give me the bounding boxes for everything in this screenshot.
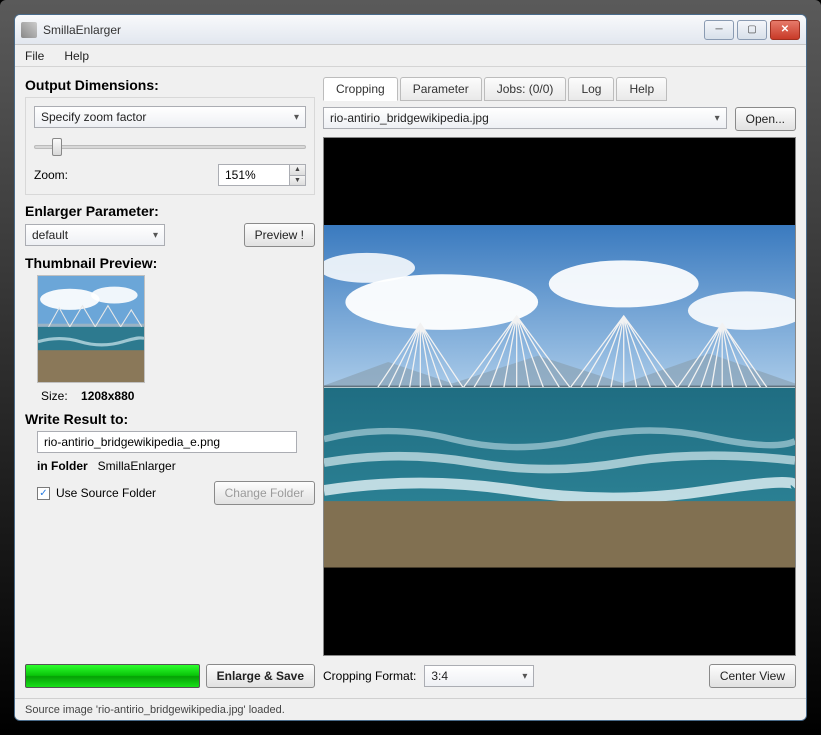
write-result-heading: Write Result to:	[25, 411, 315, 427]
tab-help[interactable]: Help	[616, 77, 667, 101]
zoom-slider[interactable]	[34, 138, 306, 156]
center-view-button[interactable]: Center View	[709, 664, 796, 688]
enlarge-save-button[interactable]: Enlarge & Save	[206, 664, 315, 688]
app-window: SmillaEnlarger ─ ▢ ✕ File Help Output Di…	[14, 14, 807, 721]
cropping-format-combo[interactable]: 3:4	[424, 665, 534, 687]
zoom-input[interactable]: 151% ▲ ▼	[218, 164, 306, 186]
size-label: Size:	[41, 389, 68, 403]
statusbar: Source image 'rio-antirio_bridgewikipedi…	[15, 698, 806, 720]
minimize-button[interactable]: ─	[704, 20, 734, 40]
tab-log[interactable]: Log	[568, 77, 614, 101]
dimension-mode-combo[interactable]: Specify zoom factor	[34, 106, 306, 128]
cropping-format-label: Cropping Format:	[323, 669, 416, 683]
output-filename-input[interactable]: rio-antirio_bridgewikipedia_e.png	[37, 431, 297, 453]
left-panel: Output Dimensions: Specify zoom factor Z…	[25, 77, 315, 688]
titlebar: SmillaEnlarger ─ ▢ ✕	[15, 15, 806, 45]
image-preview[interactable]	[323, 137, 796, 656]
slider-thumb[interactable]	[52, 138, 62, 156]
zoom-label: Zoom:	[34, 168, 68, 182]
tab-cropping[interactable]: Cropping	[323, 77, 398, 101]
maximize-button[interactable]: ▢	[737, 20, 767, 40]
thumbnail-image	[38, 276, 144, 382]
param-preset-combo[interactable]: default	[25, 224, 165, 246]
output-dimensions-group: Specify zoom factor Zoom: 151% ▲ ▼	[25, 97, 315, 195]
in-folder-label: in Folder	[37, 459, 88, 473]
source-file-combo[interactable]: rio-antirio_bridgewikipedia.jpg	[323, 107, 727, 129]
menu-file[interactable]: File	[21, 47, 48, 65]
output-dimensions-heading: Output Dimensions:	[25, 77, 315, 93]
use-source-folder-checkbox[interactable]: ✓	[37, 487, 50, 500]
enlarger-parameter-heading: Enlarger Parameter:	[25, 203, 315, 219]
thumbnail-preview	[37, 275, 145, 383]
folder-value: SmillaEnlarger	[98, 459, 176, 473]
zoom-spin-down[interactable]: ▼	[290, 176, 305, 186]
zoom-spin-up[interactable]: ▲	[290, 165, 305, 176]
close-button[interactable]: ✕	[770, 20, 800, 40]
open-button[interactable]: Open...	[735, 107, 796, 131]
right-panel: Cropping Parameter Jobs: (0/0) Log Help …	[323, 77, 796, 688]
size-value: 1208x880	[81, 389, 134, 403]
menu-help[interactable]: Help	[60, 47, 93, 65]
app-icon	[21, 22, 37, 38]
change-folder-button[interactable]: Change Folder	[214, 481, 315, 505]
preview-image	[324, 225, 795, 568]
thumbnail-heading: Thumbnail Preview:	[25, 255, 315, 271]
tabs: Cropping Parameter Jobs: (0/0) Log Help	[323, 77, 796, 101]
use-source-folder-label: Use Source Folder	[56, 486, 156, 500]
menubar: File Help	[15, 45, 806, 67]
preview-button[interactable]: Preview !	[244, 223, 315, 247]
status-text: Source image 'rio-antirio_bridgewikipedi…	[25, 704, 285, 716]
progress-bar	[25, 664, 200, 688]
window-title: SmillaEnlarger	[43, 23, 704, 37]
tab-jobs[interactable]: Jobs: (0/0)	[484, 77, 567, 101]
tab-parameter[interactable]: Parameter	[400, 77, 482, 101]
